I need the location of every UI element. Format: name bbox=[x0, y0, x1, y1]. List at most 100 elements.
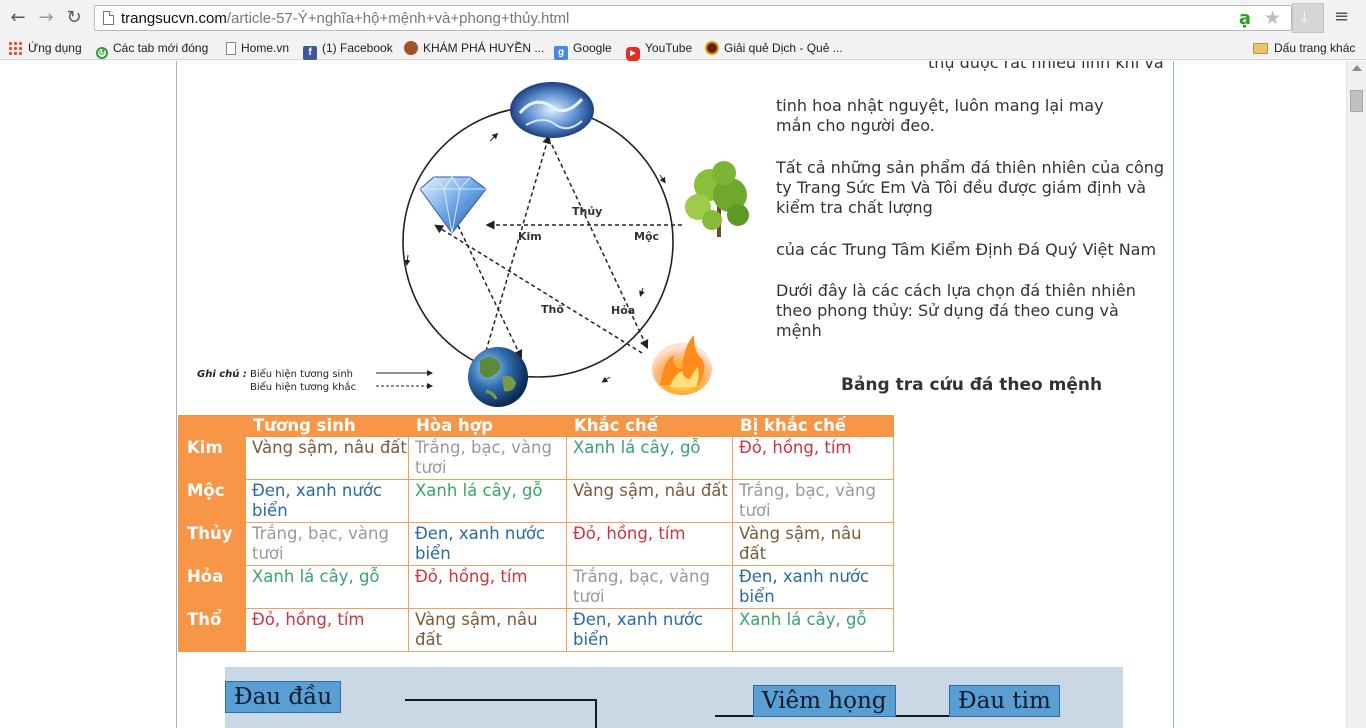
download-icon: ⤓ bbox=[1301, 7, 1309, 26]
row-header: Thủy bbox=[178, 522, 246, 566]
organ-box-headache: Đau đầu bbox=[225, 681, 342, 713]
table-cell: Trắng, bạc, vàng tươi bbox=[566, 565, 733, 609]
row-header: Hỏa bbox=[178, 565, 246, 609]
bookmark-recent-tabs[interactable]: ↺ Các tab mới đóng bbox=[96, 40, 208, 59]
extension-icon[interactable]: ạ bbox=[1239, 8, 1251, 29]
url-host: trangsucvn.com bbox=[121, 10, 227, 27]
arrow-mark bbox=[639, 287, 645, 297]
metal-diamond-image bbox=[419, 176, 487, 234]
label-thuy: Thủy bbox=[572, 205, 602, 218]
water-element-image bbox=[510, 82, 594, 138]
table-cell: Đỏ, hồng, tím bbox=[245, 608, 409, 652]
table-cell: Xanh lá cây, gỗ bbox=[732, 608, 894, 652]
back-icon[interactable]: ← bbox=[8, 8, 28, 28]
row-header: Thổ bbox=[178, 608, 246, 652]
table-cell: Vàng sậm, nâu đất bbox=[245, 436, 409, 480]
facebook-icon: f bbox=[303, 46, 317, 60]
bookmark-other-folder[interactable]: Dấu trang khác bbox=[1253, 40, 1355, 56]
google-icon: g bbox=[554, 46, 568, 60]
table-header: Hòa hợp bbox=[408, 415, 567, 437]
download-button[interactable]: ⤓ bbox=[1292, 3, 1324, 33]
page-viewport: Thủy Kim Mộc Thổ Hỏa Ghi chú: Biểu hiện… bbox=[0, 61, 1346, 728]
label-moc: Mộc bbox=[634, 230, 659, 243]
legend-overcoming: Biểu hiện tương khắc bbox=[250, 380, 356, 393]
connector-line bbox=[405, 699, 595, 701]
scroll-up-arrow-icon[interactable] bbox=[1352, 65, 1362, 71]
address-bar[interactable]: trangsucvn.com/article-57-Ý+nghĩa+hộ+mện… bbox=[94, 5, 1292, 31]
table-cell: Đỏ, hồng, tím bbox=[566, 522, 733, 566]
row-header: Kim bbox=[178, 436, 246, 480]
bookmark-label: Google bbox=[573, 41, 612, 55]
bookmark-label: KHÁM PHÁ HUYỀN ... bbox=[423, 41, 545, 55]
arrow-mark bbox=[404, 254, 411, 266]
article-paragraph: thụ được rất nhiều linh khí và bbox=[928, 61, 1164, 72]
five-elements-diagram: Thủy Kim Mộc Thổ Hỏa Ghi chú: Biểu hiện… bbox=[197, 82, 749, 407]
row-header: Mộc bbox=[178, 479, 246, 523]
table-cell: Xanh lá cây, gỗ bbox=[245, 565, 409, 609]
site-icon bbox=[705, 41, 719, 55]
bookmarks-bar: Ứng dụng ↺ Các tab mới đóng Home.vn f (1) … bbox=[0, 36, 1366, 61]
wood-tree-image bbox=[685, 161, 749, 237]
label-tho: Thổ bbox=[541, 303, 564, 316]
browser-toolbar: ← → ↻ trangsucvn.com/article-57-Ý+nghĩa+… bbox=[0, 0, 1366, 36]
table-header: Khắc chế bbox=[566, 415, 733, 437]
organ-box-heart-pain: Đau tim bbox=[949, 685, 1060, 717]
page-info-icon[interactable] bbox=[103, 11, 114, 25]
youtube-icon: ▶ bbox=[626, 47, 640, 61]
bookmark-label: YouTube bbox=[645, 41, 693, 55]
legend-generating: Biểu hiện tương sinh bbox=[250, 367, 353, 380]
folder-icon bbox=[1253, 43, 1268, 54]
label-kim: Kim bbox=[518, 230, 542, 243]
bookmark-google[interactable]: g Google bbox=[554, 40, 612, 60]
table-cell: Trắng, bạc, vàng tươi bbox=[732, 479, 894, 523]
stone-lookup-table: Tương sinh Hòa hợp Khắc chế Bị khắc chế … bbox=[178, 415, 894, 652]
table-row: Thủy Trắng, bạc, vàng tươi Đen, xanh nướ… bbox=[178, 522, 894, 566]
bookmark-label: Dấu trang khác bbox=[1274, 41, 1356, 55]
diagram-legend: Ghi chú : Biểu hiện tương sinh Biểu hiện… bbox=[197, 367, 433, 393]
organ-box-sore-throat: Viêm họng bbox=[753, 685, 896, 717]
url-text[interactable]: trangsucvn.com/article-57-Ý+nghĩa+hộ+mện… bbox=[121, 10, 569, 27]
legend-title: Ghi chú : bbox=[197, 368, 247, 380]
apps-grid-icon bbox=[8, 41, 22, 55]
table-cell: Vàng sậm, nâu đất bbox=[408, 608, 567, 652]
bookmark-apps[interactable]: Ứng dụng bbox=[8, 40, 82, 56]
bookmark-giai-que[interactable]: Giải quẻ Dịch - Quẻ ... bbox=[705, 40, 843, 56]
table-header: Bị khắc chế bbox=[732, 415, 894, 437]
table-cell: Vàng sậm, nâu đất bbox=[566, 479, 733, 523]
bookmark-label: Ứng dụng bbox=[28, 41, 82, 55]
scroll-thumb[interactable] bbox=[1350, 90, 1363, 112]
page-scrollbar[interactable] bbox=[1346, 61, 1366, 728]
page-icon bbox=[226, 42, 236, 55]
bookmark-label: Giải quẻ Dịch - Quẻ ... bbox=[724, 41, 843, 55]
fire-image bbox=[652, 335, 712, 395]
arrow-mark bbox=[601, 376, 611, 383]
bookmark-youtube[interactable]: ▶ YouTube bbox=[626, 40, 693, 61]
article-paragraph: Dưới đây là các cách lựa chọn đá thiên n… bbox=[776, 281, 1136, 340]
table-cell: Xanh lá cây, gỗ bbox=[408, 479, 567, 523]
table-cell: Trắng, bạc, vàng tươi bbox=[245, 522, 409, 566]
bookmark-kham-pha[interactable]: KHÁM PHÁ HUYỀN ... bbox=[404, 40, 544, 56]
forward-icon[interactable]: → bbox=[36, 8, 56, 28]
bookmark-facebook[interactable]: f (1) Facebook bbox=[303, 40, 393, 60]
table-header-row: Tương sinh Hòa hợp Khắc chế Bị khắc chế bbox=[178, 415, 894, 437]
article-paragraph: tinh hoa nhật nguyệt, luôn mang lại may … bbox=[776, 96, 1104, 135]
table-cell: Đỏ, hồng, tím bbox=[408, 565, 567, 609]
bookmark-star-icon[interactable]: ★ bbox=[1264, 7, 1281, 29]
article-paragraph: Tất cả những sản phẩm đá thiên nhiên của… bbox=[776, 158, 1165, 217]
earth-globe-image bbox=[468, 347, 528, 407]
table-row: Hỏa Xanh lá cây, gỗ Đỏ, hồng, tím Trắng,… bbox=[178, 565, 894, 609]
connector-line bbox=[595, 699, 597, 728]
table-row: Kim Vàng sậm, nâu đất Trắng, bạc, vàng t… bbox=[178, 436, 894, 480]
menu-icon[interactable]: ≡ bbox=[1334, 6, 1349, 27]
table-title: Bảng tra cứu đá theo mệnh bbox=[841, 375, 1103, 395]
history-icon: ↺ bbox=[96, 47, 108, 59]
table-cell: Đen, xanh nước biển bbox=[245, 479, 409, 523]
reload-icon[interactable]: ↻ bbox=[64, 8, 84, 28]
table-cell: Đen, xanh nước biển bbox=[566, 608, 733, 652]
connector-line bbox=[715, 715, 755, 717]
arrow-mark bbox=[659, 174, 666, 184]
table-cell: Đen, xanh nước biển bbox=[732, 565, 894, 609]
table-cell: Đỏ, hồng, tím bbox=[732, 436, 894, 480]
bookmark-label: (1) Facebook bbox=[322, 41, 393, 55]
bookmark-home-vn[interactable]: Home.vn bbox=[226, 40, 289, 56]
